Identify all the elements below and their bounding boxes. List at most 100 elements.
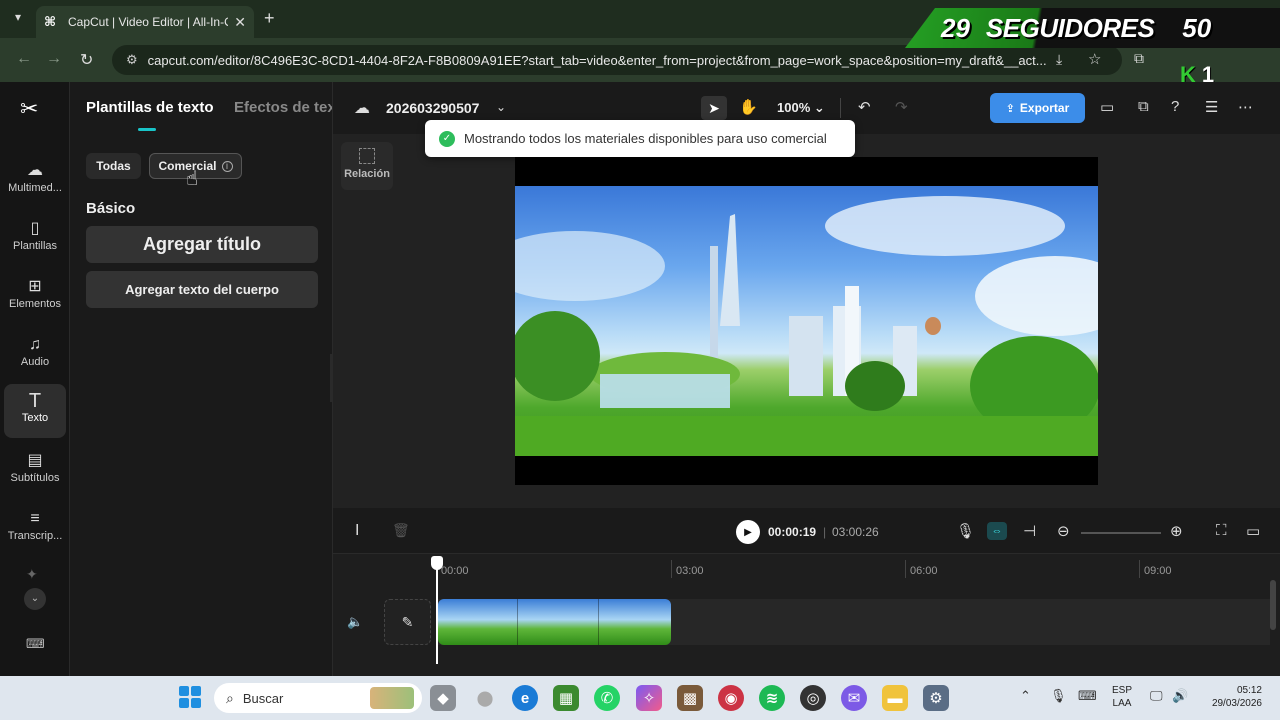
add-title-button[interactable]: Agregar título (86, 226, 318, 263)
browser-tab[interactable]: ⌘ CapCut | Video Editor | All-In-O ✕ (36, 6, 254, 38)
language-indicator[interactable]: ESP LAA (1112, 684, 1132, 710)
forward-icon[interactable]: → (46, 50, 62, 68)
hand-cursor-icon: ☝ (186, 168, 199, 190)
undo-icon[interactable]: ↶ (858, 98, 871, 116)
roblox-icon[interactable]: ◆ (430, 685, 456, 711)
zoom-in-icon[interactable]: ⊕ (1170, 522, 1183, 540)
cloud-sync-icon[interactable]: ☁ (354, 98, 370, 118)
system-clock[interactable]: 05:12 29/03/2026 (1200, 684, 1262, 710)
new-tab-button[interactable]: + (264, 8, 275, 29)
extensions-icon[interactable]: ⧉ (1134, 50, 1144, 67)
clock-date: 29/03/2026 (1211, 698, 1262, 709)
add-body-text-button[interactable]: Agregar texto del cuerpo (86, 271, 318, 308)
info-icon: i (221, 160, 233, 172)
spotify-icon[interactable]: ≋ (759, 685, 785, 711)
keyboard-shortcuts-icon[interactable]: ⌨ (26, 636, 45, 652)
install-app-icon[interactable]: ⤓ (1056, 51, 1062, 68)
lang-code: ESP (1112, 685, 1133, 696)
present-icon[interactable]: ▭ (1100, 98, 1114, 116)
copilot-icon[interactable]: ✧ (636, 685, 662, 711)
app-icon[interactable]: ⬤ (472, 685, 498, 711)
tab-close-icon[interactable]: ✕ (234, 14, 246, 31)
tab-search-icon[interactable]: ▾ (8, 10, 28, 30)
expand-rail-icon[interactable]: ⌄ (24, 588, 46, 610)
active-tab-indicator (138, 128, 156, 131)
settings-icon[interactable]: ⚙ (923, 685, 949, 711)
rail-label: Transcrip... (7, 530, 63, 542)
timeline-scrollbar[interactable] (1270, 580, 1276, 630)
chevron-down-icon[interactable]: ⌄ (496, 100, 506, 114)
search-label: Buscar (242, 690, 284, 706)
file-explorer-icon[interactable]: ▬ (882, 685, 908, 711)
filter-all-button[interactable]: Todas (86, 153, 141, 179)
project-name[interactable]: 202603290507 (386, 100, 479, 116)
play-button[interactable]: ▶ (736, 520, 760, 544)
rail-item-templates[interactable]: ▯ Plantillas (4, 214, 66, 268)
microphone-icon[interactable]: 🎙 (956, 522, 975, 540)
edit-cover-button[interactable]: ✎ (384, 599, 431, 645)
share-icon[interactable]: ⧉ (1138, 98, 1149, 115)
export-button[interactable]: ⇪ Exportar (990, 93, 1085, 123)
help-icon[interactable]: ? (1171, 98, 1179, 115)
templates-icon: ▯ (30, 220, 40, 237)
capcut-favicon-icon: ⌘ (44, 14, 57, 29)
split-scene-icon[interactable]: ⊣ (1023, 522, 1036, 540)
tab-text-effects[interactable]: Efectos de tex (234, 99, 332, 116)
mute-track-icon[interactable]: 🔈 (347, 614, 363, 630)
split-icon[interactable]: Ι (355, 522, 359, 540)
fullscreen-icon[interactable]: ⛶ (1216, 522, 1227, 539)
playhead[interactable] (436, 562, 438, 664)
video-canvas[interactable] (515, 157, 1098, 485)
bookmark-star-icon[interactable]: ☆ (1088, 50, 1101, 68)
rail-label: Elementos (9, 298, 61, 310)
more-icon[interactable]: ⋯ (1238, 98, 1253, 116)
rail-label: Audio (20, 356, 50, 368)
back-icon[interactable]: ← (16, 50, 32, 68)
obs-icon[interactable]: ◎ (800, 685, 826, 711)
pencil-icon: ✎ (401, 613, 414, 630)
clip-thumbnail (519, 599, 599, 645)
taskbar-search[interactable]: ⌕ Buscar (214, 683, 422, 713)
messenger-icon[interactable]: ✉ (841, 685, 867, 711)
chevron-up-icon[interactable]: ⌃ (1020, 688, 1031, 704)
chrome-icon[interactable]: ◉ (718, 685, 744, 711)
subtitle-view-icon[interactable]: ▭ (1246, 522, 1260, 540)
hand-tool-icon[interactable]: ✋ (739, 98, 758, 116)
zoom-select[interactable]: 100% ⌄ (777, 100, 825, 116)
rail-item-text[interactable]: T Texto (4, 384, 66, 438)
minecraft-launcher-icon[interactable]: ▦ (553, 685, 579, 711)
aspect-ratio-button[interactable]: Relación (341, 142, 393, 190)
rail-item-subtitles[interactable]: ▤ Subtítulos (4, 446, 66, 500)
tab-text-templates[interactable]: Plantillas de texto (86, 99, 214, 116)
address-bar[interactable]: ⚙ capcut.com/editor/8C496E3C-8CD1-4404-8… (112, 45, 1122, 75)
network-icon[interactable]: 🖵 (1150, 688, 1163, 704)
subtitles-icon: ▤ (27, 452, 43, 469)
edge-icon[interactable]: e (512, 685, 538, 711)
windows-start-icon[interactable] (179, 686, 201, 708)
ruler-label: 03:00 (676, 565, 704, 577)
rail-item-elements[interactable]: ⊞ Elementos (4, 272, 66, 326)
microphone-tray-icon[interactable]: 🎙 (1050, 688, 1067, 704)
upload-icon: ⇪ (1005, 102, 1015, 115)
zoom-slider[interactable] (1081, 532, 1161, 534)
magic-tools-icon[interactable]: ✦ (26, 566, 38, 583)
text-icon: T (28, 390, 42, 412)
volume-icon[interactable]: 🔊 (1172, 688, 1188, 704)
select-tool-icon[interactable]: ➤ (701, 96, 727, 120)
rail-item-transcript[interactable]: ≡ Transcrip... (4, 504, 66, 558)
rail-item-media[interactable]: ☁ Multimed... (4, 156, 66, 210)
follower-label: SEGUIDORES (985, 12, 1155, 43)
minecraft-icon[interactable]: ▩ (677, 685, 703, 711)
reload-icon[interactable]: ↻ (80, 50, 93, 70)
auto-snap-icon[interactable]: ⇔ (987, 522, 1007, 540)
whatsapp-icon[interactable]: ✆ (594, 685, 620, 711)
chevron-down-icon: ⌄ (813, 100, 825, 115)
video-clip[interactable] (438, 599, 671, 645)
rail-item-audio[interactable]: ♫ Audio (4, 330, 66, 384)
site-info-icon[interactable]: ⚙ (126, 52, 138, 68)
zoom-out-icon[interactable]: ⊖ (1057, 522, 1070, 540)
rail-label: Texto (21, 412, 49, 424)
layers-icon[interactable]: ☰ (1205, 98, 1218, 116)
keyboard-tray-icon[interactable]: ⌨ (1078, 688, 1097, 704)
url-text: capcut.com/editor/8C496E3C-8CD1-4404-8F2… (147, 52, 1047, 68)
